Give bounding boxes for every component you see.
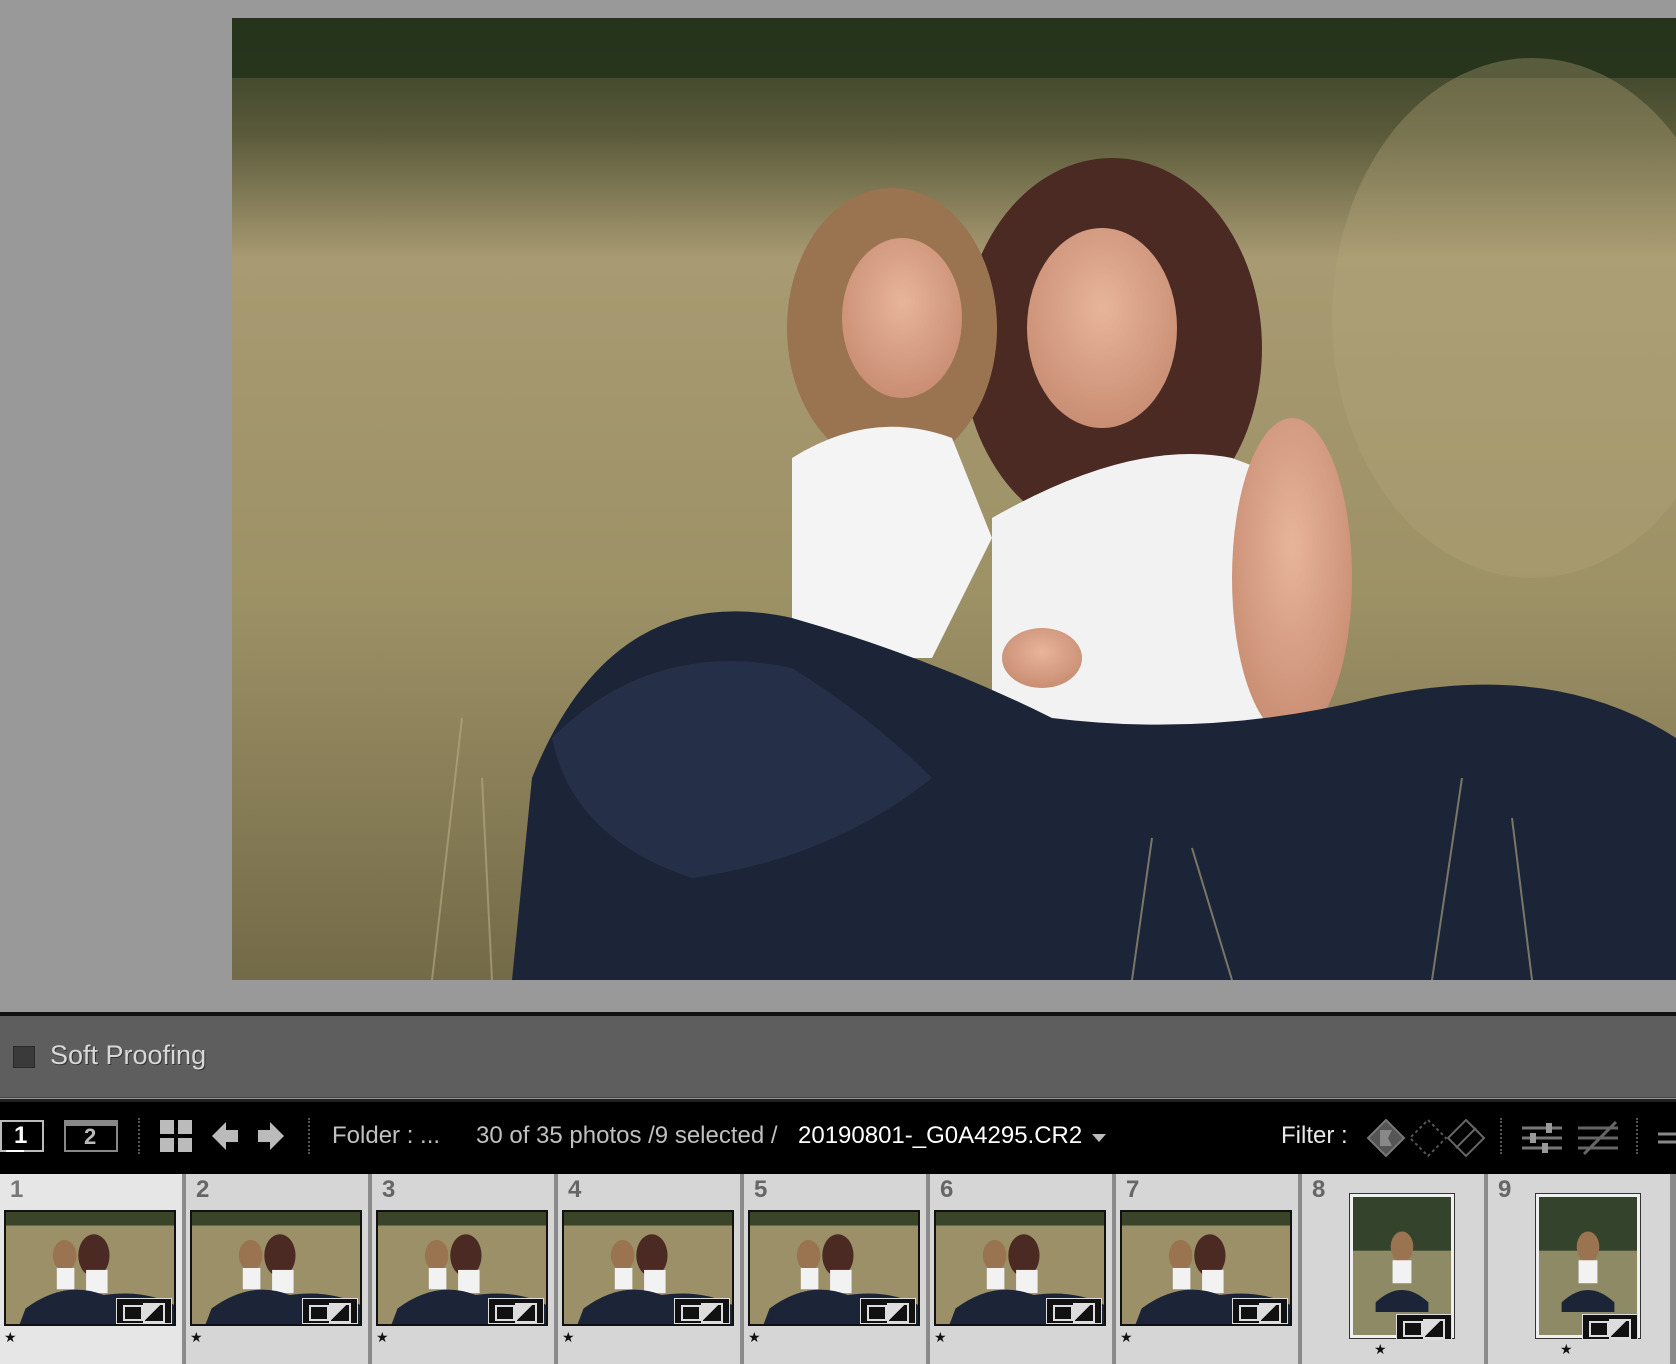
edited-filter-icon[interactable]: [1520, 1118, 1564, 1158]
main-window-button[interactable]: 1: [0, 1120, 44, 1152]
edit-badge-icon[interactable]: [860, 1298, 916, 1324]
source-label[interactable]: Folder : ...: [332, 1122, 440, 1150]
edit-badge-icon[interactable]: [1396, 1314, 1452, 1340]
star-rating[interactable]: ★: [1374, 1342, 1387, 1358]
star-rating[interactable]: ★: [376, 1330, 389, 1346]
soft-proofing-label: Soft Proofing: [50, 1040, 207, 1070]
menu-icon[interactable]: [1658, 1130, 1676, 1148]
filter-label: Filter :: [1281, 1122, 1348, 1149]
filmstrip-item[interactable]: 7 ★: [1116, 1174, 1300, 1364]
unedited-filter-icon[interactable]: [1576, 1118, 1620, 1158]
filmstrip-item[interactable]: 3 ★: [372, 1174, 556, 1364]
filmstrip-item-number: 1: [10, 1176, 24, 1203]
filmstrip-item-number: 2: [196, 1176, 210, 1203]
star-rating[interactable]: ★: [562, 1330, 575, 1346]
filmstrip-item[interactable]: 1 ★: [0, 1174, 184, 1364]
filmstrip-item-number: 3: [382, 1176, 396, 1203]
star-rating[interactable]: ★: [748, 1330, 761, 1346]
unflagged-filter-icon[interactable]: [1408, 1118, 1448, 1158]
edit-badge-icon[interactable]: [488, 1298, 544, 1324]
star-rating[interactable]: ★: [1120, 1330, 1133, 1346]
star-rating[interactable]: ★: [1560, 1342, 1573, 1358]
divider: [138, 1118, 140, 1154]
filmstrip-item-number: 7: [1126, 1176, 1140, 1203]
current-file-name[interactable]: 20190801-_G0A4295.CR2: [798, 1122, 1082, 1150]
flagged-filter-icon[interactable]: [1366, 1118, 1406, 1158]
rejected-filter-icon[interactable]: [1446, 1118, 1486, 1158]
filmstrip-item[interactable]: 8 ★: [1302, 1174, 1486, 1364]
main-viewer: [0, 0, 1676, 1012]
star-rating[interactable]: ★: [934, 1330, 947, 1346]
filmstrip-item-number: 9: [1498, 1176, 1512, 1203]
filmstrip: 1 ★ 2 ★ 3 ★ 4 ★ 5 ★ 6 ★ 7 ★ 8 ★ 9 ★: [0, 1174, 1676, 1364]
star-rating[interactable]: ★: [4, 1330, 17, 1346]
filmstrip-header: 1 2 Folder : ... 30 of 35 photos /9 sele…: [0, 1102, 1676, 1174]
grid-view-icon[interactable]: [160, 1120, 192, 1152]
filmstrip-item[interactable]: 5 ★: [744, 1174, 928, 1364]
edit-badge-icon[interactable]: [302, 1298, 358, 1324]
star-rating[interactable]: ★: [190, 1330, 203, 1346]
filmstrip-item-number: 6: [940, 1176, 954, 1203]
edit-badge-icon[interactable]: [1582, 1314, 1638, 1340]
edit-badge-icon[interactable]: [1232, 1298, 1288, 1324]
soft-proofing-checkbox[interactable]: [13, 1046, 35, 1068]
edit-badge-icon[interactable]: [1046, 1298, 1102, 1324]
arrow-left-icon[interactable]: [210, 1120, 240, 1152]
divider: [308, 1118, 310, 1154]
arrow-right-icon[interactable]: [256, 1120, 286, 1152]
filmstrip-item[interactable]: 4 ★: [558, 1174, 742, 1364]
divider: [1636, 1118, 1638, 1154]
filmstrip-item[interactable]: 2 ★: [186, 1174, 370, 1364]
main-photo[interactable]: [232, 18, 1676, 980]
secondary-window-label: 2: [84, 1124, 97, 1149]
filmstrip-item-number: 5: [754, 1176, 768, 1203]
secondary-window-button[interactable]: 2: [64, 1120, 118, 1152]
edit-badge-icon[interactable]: [116, 1298, 172, 1324]
photo-count: 30 of 35 photos /9 selected /: [476, 1122, 778, 1149]
main-window-label: 1: [14, 1122, 28, 1149]
filmstrip-item-number: 8: [1312, 1176, 1326, 1203]
photo-preview: [232, 18, 1676, 980]
divider: [1500, 1118, 1502, 1154]
chevron-down-icon[interactable]: [1092, 1134, 1106, 1142]
edit-badge-icon[interactable]: [674, 1298, 730, 1324]
filmstrip-item[interactable]: 9 ★: [1488, 1174, 1672, 1364]
filmstrip-item-number: 4: [568, 1176, 582, 1203]
filmstrip-item[interactable]: 6 ★: [930, 1174, 1114, 1364]
toolbar: [0, 1016, 1676, 1098]
